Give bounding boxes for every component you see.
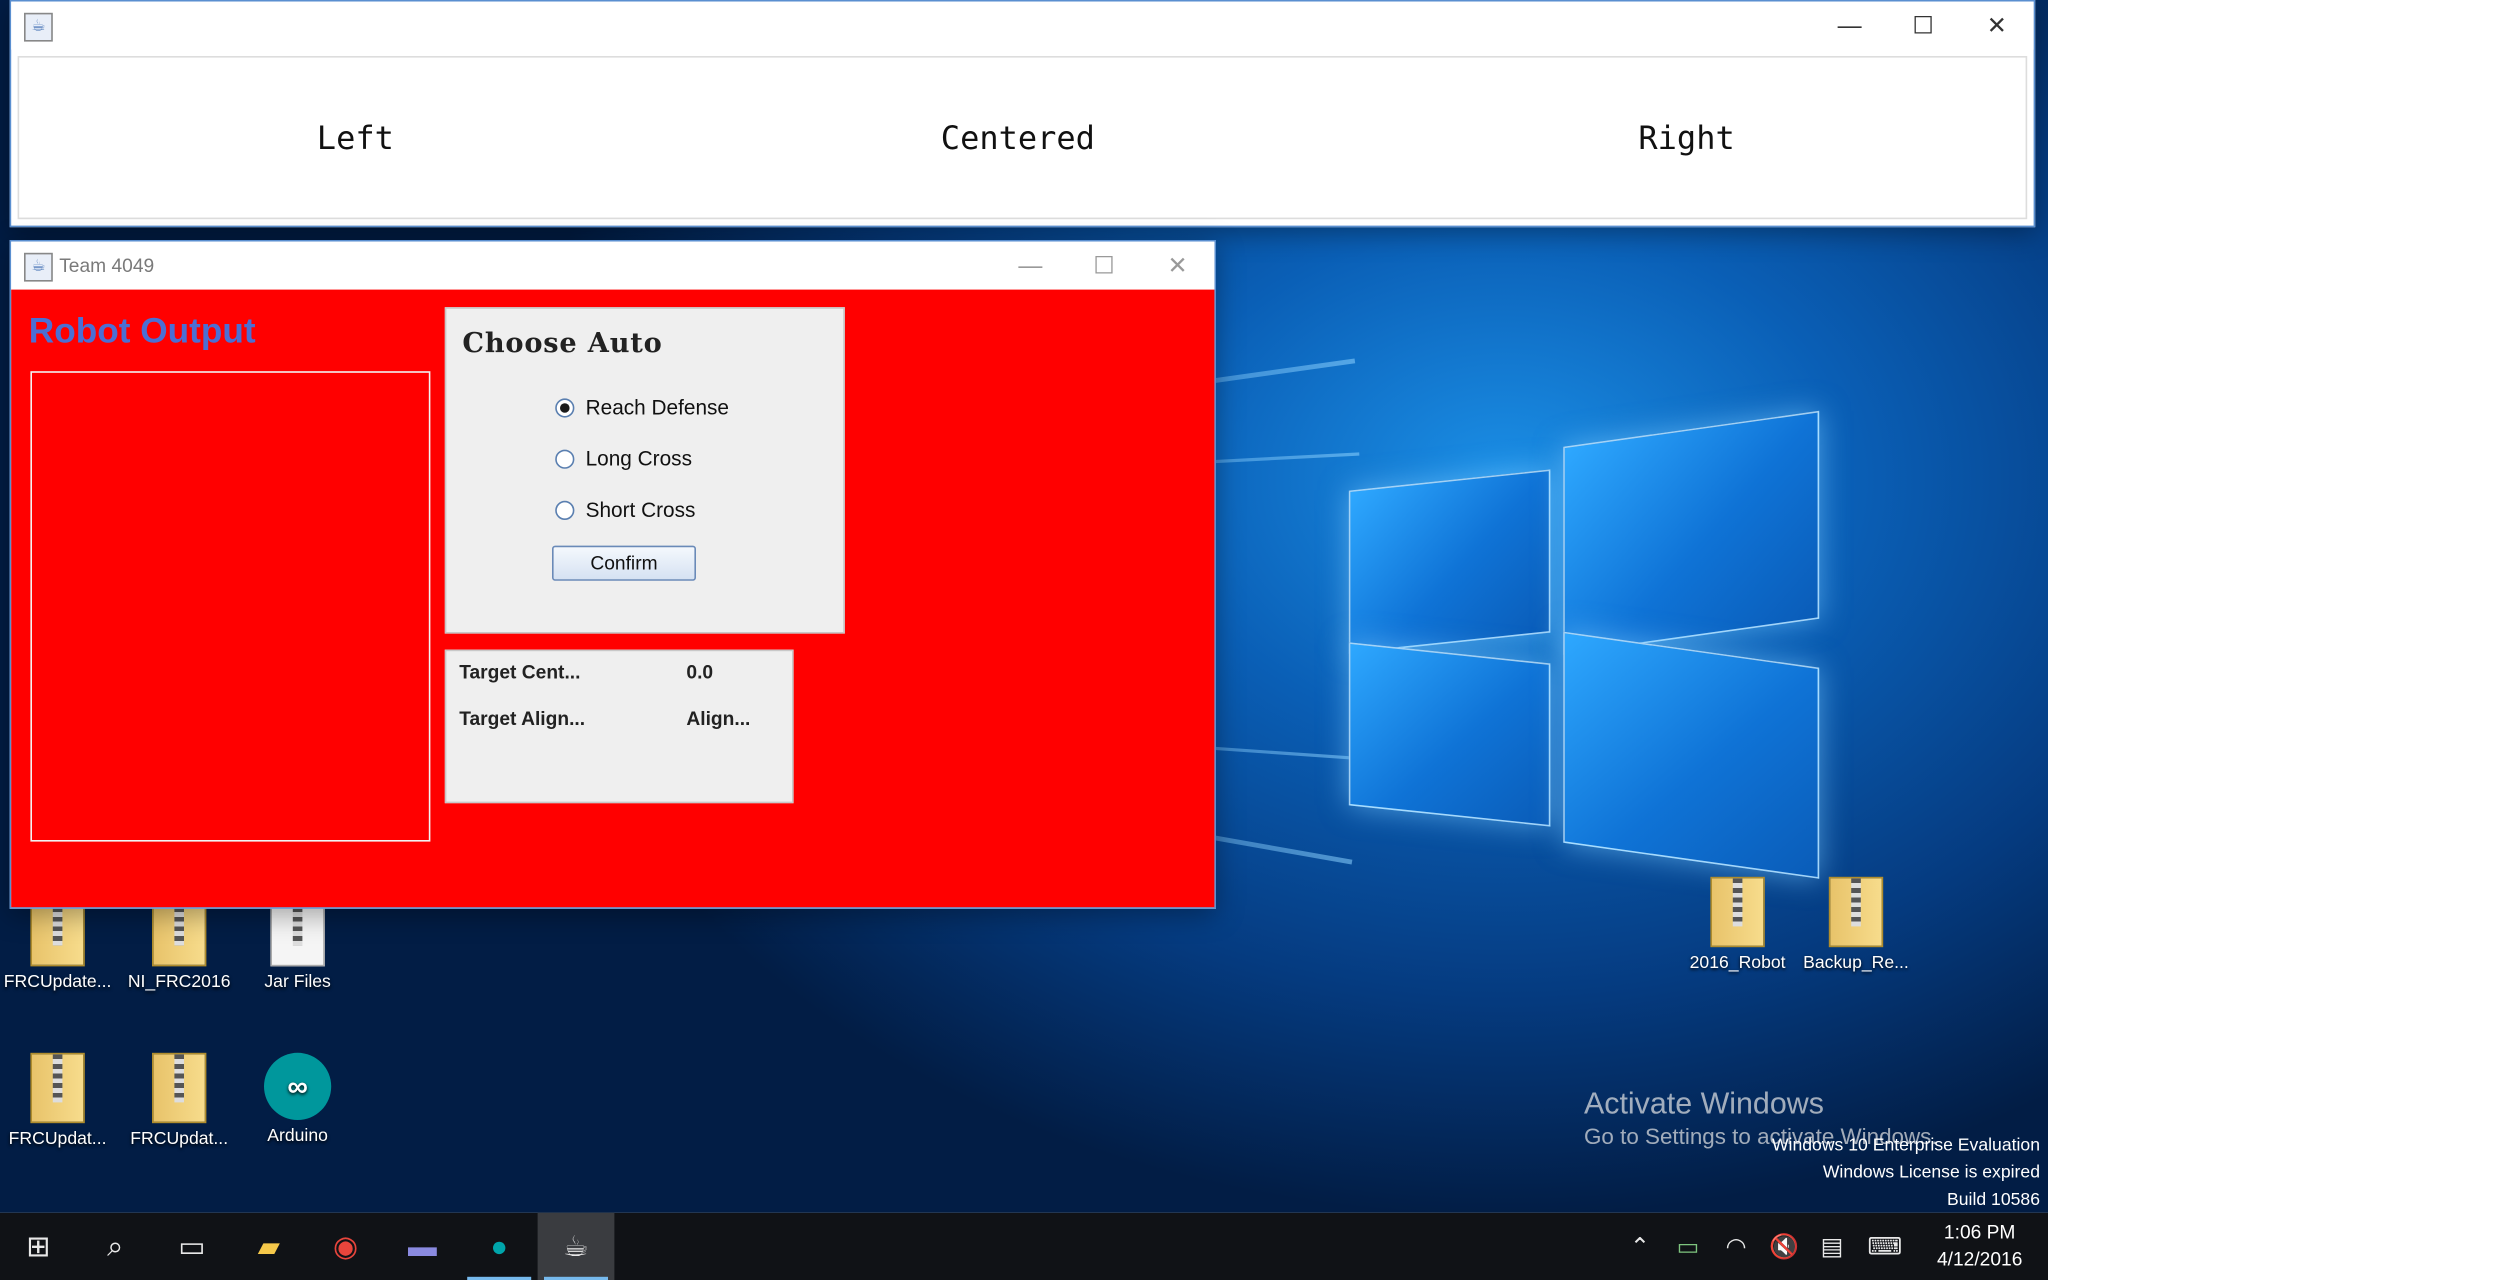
desktop-icon-label: NI_FRC2016 bbox=[127, 972, 231, 992]
radio-label: Reach Defense bbox=[585, 395, 729, 420]
eval-line: Windows 10 Enterprise Evaluation bbox=[1771, 1136, 2040, 1156]
radio-label: Long Cross bbox=[585, 446, 692, 471]
taskbar: ⊞ ⌕ ▭ ▰ ◉ ▬ ● ☕ ⌃ ▭ ◠ 🔇 ▤ ⌨ 1:06 PM 4/12… bbox=[0, 1212, 2048, 1280]
desktop-icon[interactable]: FRCUpdate... bbox=[0, 896, 115, 992]
desktop-icon[interactable]: Jar Files bbox=[240, 896, 355, 992]
desktop-icon-label: FRCUpdat... bbox=[8, 1129, 107, 1149]
close-button[interactable]: ✕ bbox=[1141, 242, 1215, 290]
desktop-icon[interactable]: FRCUpdat... bbox=[0, 1052, 115, 1149]
choose-auto-title: Choose Auto bbox=[462, 328, 663, 360]
maximize-button[interactable]: ☐ bbox=[1886, 2, 1960, 50]
screen: FRCUpdate... NI_FRC2016 Jar Files FRCUpd… bbox=[0, 0, 2048, 1280]
app-icon: ▬ bbox=[408, 1229, 437, 1262]
right-label: Right bbox=[1638, 118, 1735, 157]
java-app-icon: ☕ bbox=[24, 12, 53, 42]
radio-icon[interactable] bbox=[555, 448, 575, 468]
desktop-icon-label: Jar Files bbox=[264, 972, 331, 992]
left-label: Left bbox=[316, 118, 394, 157]
confirm-button[interactable]: Confirm bbox=[552, 545, 696, 581]
file-explorer-button[interactable]: ▰ bbox=[230, 1213, 307, 1280]
window-content: Robot Output Choose Auto Reach Defense L… bbox=[11, 289, 1215, 908]
radio-short-cross[interactable]: Short Cross bbox=[555, 498, 695, 522]
search-icon: ⌕ bbox=[107, 1229, 124, 1262]
logo-pane bbox=[1563, 631, 1820, 879]
desktop-icon-label: Backup_Re... bbox=[1803, 953, 1909, 973]
java-taskbar-button[interactable]: ☕ bbox=[537, 1212, 615, 1280]
logo-pane bbox=[1348, 642, 1551, 827]
clock-date: 4/12/2016 bbox=[1936, 1248, 2023, 1271]
labels-panel: Left Centered Right bbox=[17, 56, 2028, 220]
team-window: ☕ Team 4049 — ☐ ✕ Robot Output Choose Au… bbox=[9, 240, 1217, 909]
clock[interactable]: 1:06 PM 4/12/2016 bbox=[1937, 1219, 2022, 1273]
table-row-label: Target Align... bbox=[459, 707, 586, 730]
desktop-icon[interactable]: NI_FRC2016 bbox=[122, 896, 237, 992]
desktop-icon[interactable]: Backup_Re... bbox=[1798, 876, 1913, 973]
app-button[interactable]: ▬ bbox=[384, 1213, 461, 1280]
chevron-up-icon[interactable]: ⌃ bbox=[1616, 1232, 1664, 1261]
radio-reach-defense[interactable]: Reach Defense bbox=[555, 395, 729, 419]
radio-long-cross[interactable]: Long Cross bbox=[555, 446, 692, 470]
java-app-icon: ☕ bbox=[563, 1229, 589, 1262]
arduino-taskbar-button[interactable]: ● bbox=[461, 1213, 538, 1280]
zip-folder-icon bbox=[1710, 876, 1765, 948]
eval-line: Build 10586 bbox=[1947, 1190, 2040, 1210]
windows-logo-icon: ⊞ bbox=[26, 1229, 51, 1262]
table-row-label: Target Cent... bbox=[459, 660, 581, 684]
wifi-icon[interactable]: ◠ bbox=[1712, 1232, 1760, 1261]
window-title: Team 4049 bbox=[59, 254, 155, 277]
logo-pane bbox=[1348, 469, 1551, 654]
notification-icon[interactable]: ▤ bbox=[1808, 1232, 1856, 1261]
zip-folder-icon bbox=[152, 1052, 207, 1124]
robot-output-area[interactable] bbox=[30, 371, 431, 842]
choose-auto-panel: Choose Auto Reach Defense Long Cross Sho… bbox=[444, 307, 845, 634]
radio-checked-icon[interactable] bbox=[555, 397, 575, 417]
clock-time: 1:06 PM bbox=[1943, 1220, 2016, 1244]
title-bar[interactable]: ☕ — ☐ ✕ bbox=[11, 1, 2034, 50]
folder-icon: ▰ bbox=[257, 1229, 280, 1262]
volume-muted-icon[interactable]: 🔇 bbox=[1760, 1232, 1808, 1261]
close-button[interactable]: ✕ bbox=[1960, 2, 2034, 50]
task-view-button[interactable]: ▭ bbox=[154, 1213, 231, 1280]
radio-icon[interactable] bbox=[555, 500, 575, 520]
zip-folder-icon bbox=[30, 1052, 85, 1124]
zip-folder-icon bbox=[1828, 876, 1884, 948]
eval-line: Windows License is expired bbox=[1822, 1163, 2040, 1183]
search-button[interactable]: ⌕ bbox=[77, 1213, 154, 1280]
keyboard-icon[interactable]: ⌨ bbox=[1856, 1232, 1914, 1261]
arduino-icon: ∞ bbox=[264, 1052, 332, 1120]
minimize-button[interactable]: — bbox=[994, 242, 1068, 290]
arduino-icon: ● bbox=[490, 1229, 508, 1262]
task-view-icon: ▭ bbox=[178, 1229, 206, 1262]
chrome-icon: ◉ bbox=[333, 1229, 359, 1262]
desktop-icon[interactable]: ∞ Arduino bbox=[240, 1052, 355, 1146]
logo-pane bbox=[1563, 410, 1820, 655]
table-row-value: 0.0 bbox=[686, 660, 714, 684]
start-button[interactable]: ⊞ bbox=[0, 1213, 77, 1280]
desktop-icon-label: FRCUpdat... bbox=[130, 1129, 229, 1149]
activate-title: Activate Windows bbox=[1584, 1088, 1824, 1122]
title-bar[interactable]: ☕ Team 4049 — ☐ ✕ bbox=[11, 241, 1215, 290]
target-table-panel: Target Cent... 0.0 Target Align... Align… bbox=[444, 649, 794, 804]
desktop-icon-label: 2016_Robot bbox=[1689, 953, 1786, 973]
centered-label: Centered bbox=[940, 118, 1095, 157]
system-tray: ⌃ ▭ ◠ 🔇 ▤ ⌨ bbox=[1616, 1213, 1914, 1280]
desktop-icon-label: FRCUpdate... bbox=[3, 972, 112, 992]
evaluation-info: Windows 10 Enterprise Evaluation Windows… bbox=[1772, 1133, 2040, 1213]
radio-label: Short Cross bbox=[585, 497, 696, 522]
battery-icon[interactable]: ▭ bbox=[1664, 1232, 1712, 1261]
table-row-value: Align... bbox=[686, 707, 751, 730]
labels-window: ☕ — ☐ ✕ Left Centered Right bbox=[9, 0, 2036, 228]
desktop-icon[interactable]: 2016_Robot bbox=[1680, 876, 1795, 973]
robot-output-label: Robot Output bbox=[28, 310, 256, 351]
java-app-icon: ☕ bbox=[24, 252, 53, 282]
desktop-icon-label: Arduino bbox=[267, 1126, 328, 1146]
maximize-button[interactable]: ☐ bbox=[1067, 242, 1141, 290]
desktop-icon[interactable]: FRCUpdat... bbox=[122, 1052, 237, 1149]
chrome-button[interactable]: ◉ bbox=[307, 1213, 384, 1280]
minimize-button[interactable]: — bbox=[1813, 2, 1887, 50]
